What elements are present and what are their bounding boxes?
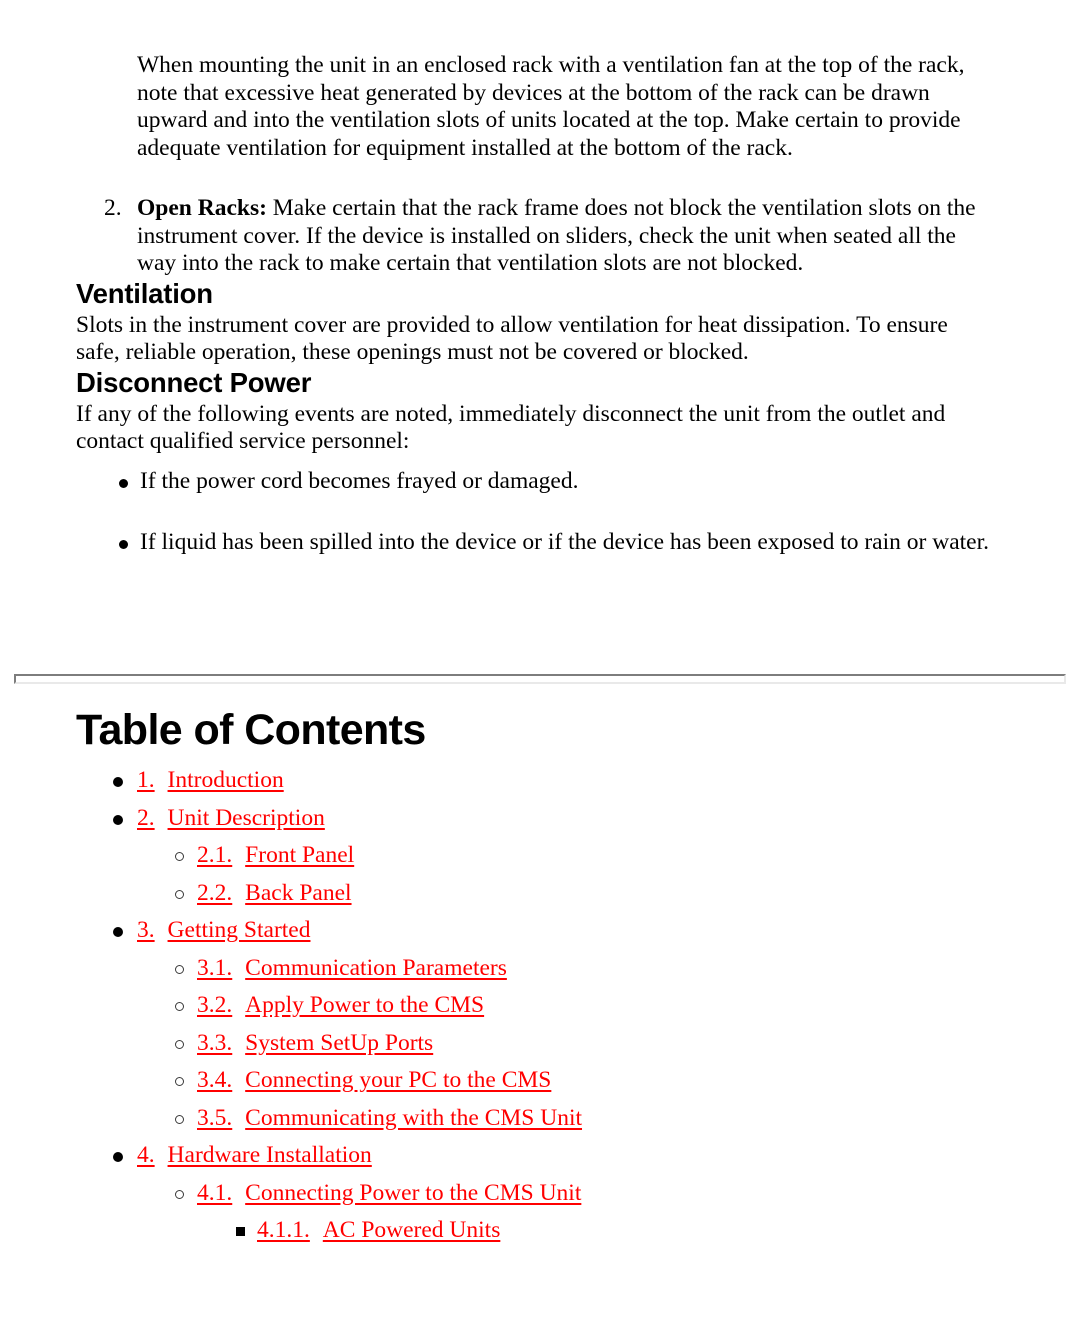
- toc-entry: 2.2. Back Panel: [0, 875, 1080, 913]
- toc-link[interactable]: 3.3. System SetUp Ports: [197, 1030, 433, 1056]
- toc-section-number: 2.1.: [197, 842, 233, 868]
- toc-link[interactable]: 3. Getting Started: [137, 917, 310, 943]
- toc-entry: 3. Getting Started: [0, 912, 1080, 950]
- toc-link[interactable]: 3.5. Communicating with the CMS Unit: [197, 1105, 582, 1131]
- list-item-label: If the power cord becomes frayed or dama…: [140, 467, 579, 494]
- toc-section-number: 3.2.: [197, 992, 233, 1018]
- circle-bullet-icon: [175, 1114, 184, 1124]
- toc-section-number: 4.: [137, 1142, 155, 1168]
- circle-bullet-icon: [175, 1189, 184, 1199]
- list-item: If liquid has been spilled into the devi…: [0, 529, 1080, 557]
- horizontal-rule-divider: [14, 674, 1066, 684]
- toc-link[interactable]: 3.1. Communication Parameters: [197, 955, 507, 981]
- toc-section-number: 3.4.: [197, 1067, 233, 1093]
- toc-entry: 3.3. System SetUp Ports: [0, 1025, 1080, 1063]
- disc-bullet-icon: [113, 777, 123, 787]
- toc-entry: 3.4. Connecting your PC to the CMS: [0, 1062, 1080, 1100]
- circle-bullet-icon: [175, 1077, 184, 1086]
- toc-entry: 4. Hardware Installation: [0, 1137, 1080, 1175]
- toc-section-number: 2.2.: [197, 879, 233, 906]
- toc-entry-label: Front Panel: [245, 842, 355, 868]
- toc-list: 1. Introduction 2. Unit Description 2.1. Fron…: [0, 762, 1080, 1250]
- toc-entry-label: Connecting your PC to the CMS: [245, 1067, 552, 1093]
- toc-entry-label: AC Powered Units: [322, 1217, 501, 1243]
- toc-entry: 4.1. Connecting Power to the CMS Unit: [0, 1175, 1080, 1213]
- circle-bullet-icon: [175, 1039, 184, 1049]
- disc-bullet-icon: [119, 540, 128, 549]
- toc-link[interactable]: 3.4. Connecting your PC to the CMS: [197, 1067, 551, 1093]
- toc-section-number: 3.3.: [197, 1029, 233, 1056]
- toc-entry: 3.2. Apply Power to the CMS: [0, 987, 1080, 1025]
- toc-entry-label: Communication Parameters: [245, 954, 507, 981]
- list-item-lead-in: Open Racks:: [137, 195, 267, 221]
- toc-link[interactable]: 2.1. Front Panel: [197, 842, 354, 868]
- table-of-contents-section: Table of Contents 1. Introduction 2. Unit D…: [0, 706, 1080, 1250]
- circle-bullet-icon: [175, 889, 184, 899]
- toc-link[interactable]: 2.2. Back Panel: [197, 880, 352, 906]
- disconnect-power-paragraph: If any of the following events are noted…: [76, 400, 946, 455]
- toc-section-number: 2.: [137, 804, 155, 831]
- toc-section-number: 3.5.: [197, 1104, 233, 1131]
- toc-link[interactable]: 3.2. Apply Power to the CMS: [197, 992, 484, 1018]
- toc-link[interactable]: 1. Introduction: [137, 767, 284, 793]
- disc-bullet-icon: [113, 814, 123, 825]
- toc-entry: 2. Unit Description: [0, 800, 1080, 838]
- disc-bullet-icon: [113, 1152, 123, 1162]
- toc-entry: 3.5. Communicating with the CMS Unit: [0, 1100, 1080, 1138]
- toc-link[interactable]: 4. Hardware Installation: [137, 1142, 372, 1168]
- toc-section-number: 4.1.: [197, 1179, 233, 1206]
- toc-entry-label: System SetUp Ports: [245, 1029, 434, 1056]
- toc-link[interactable]: 2. Unit Description: [137, 805, 325, 831]
- list-item-open-racks: 2. Open Racks: Make certain that the rack…: [0, 195, 1080, 278]
- toc-entry-label: Getting Started: [167, 917, 311, 943]
- toc-section-number: 3.1.: [197, 954, 233, 981]
- disc-bullet-icon: [113, 927, 123, 937]
- toc-link[interactable]: 4.1.1. AC Powered Units: [257, 1217, 500, 1243]
- rack-mounting-paragraph: When mounting the unit in an enclosed ra…: [137, 52, 965, 161]
- circle-bullet-icon: [175, 964, 184, 974]
- safety-instructions-section: When mounting the unit in an enclosed ra…: [0, 0, 1080, 557]
- square-bullet-icon: [236, 1227, 245, 1236]
- ventilation-paragraph: Slots in the instrument cover are provid…: [76, 311, 948, 366]
- toc-entry-label: Apply Power to the CMS: [245, 992, 485, 1018]
- list-item-label: If liquid has been spilled into the devi…: [140, 529, 989, 555]
- list-item: If the power cord becomes frayed or dama…: [0, 468, 1080, 496]
- list-item-number: 2.: [104, 195, 122, 221]
- heading-ventilation: Ventilation: [76, 277, 213, 309]
- toc-entry-label: Communicating with the CMS Unit: [245, 1104, 583, 1131]
- disc-bullet-icon: [119, 478, 128, 488]
- toc-section-number: 4.1.1.: [257, 1217, 310, 1243]
- toc-entry: 4.1.1. AC Powered Units: [0, 1212, 1080, 1250]
- toc-entry-label: Unit Description: [167, 804, 325, 831]
- toc-entry: 1. Introduction: [0, 762, 1080, 800]
- toc-entry: 2.1. Front Panel: [0, 837, 1080, 875]
- safety-numbered-list: 2. Open Racks: Make certain that the rack…: [0, 195, 1080, 278]
- toc-entry-label: Introduction: [167, 767, 284, 793]
- page-title: Table of Contents: [76, 706, 426, 754]
- toc-entry-label: Back Panel: [245, 879, 352, 906]
- circle-bullet-icon: [175, 1002, 184, 1011]
- heading-disconnect-power: Disconnect Power: [76, 366, 312, 398]
- toc-entry-label: Connecting Power to the CMS Unit: [245, 1179, 582, 1206]
- disconnect-power-bullet-list: If the power cord becomes frayed or dama…: [0, 468, 1080, 557]
- toc-link[interactable]: 4.1. Connecting Power to the CMS Unit: [197, 1180, 581, 1206]
- toc-section-number: 1.: [137, 767, 155, 793]
- toc-section-number: 3.: [137, 917, 155, 943]
- circle-bullet-icon: [175, 852, 184, 861]
- toc-entry-label: Hardware Installation: [167, 1142, 372, 1168]
- toc-entry: 3.1. Communication Parameters: [0, 950, 1080, 988]
- document-page: When mounting the unit in an enclosed ra…: [0, 0, 1080, 1342]
